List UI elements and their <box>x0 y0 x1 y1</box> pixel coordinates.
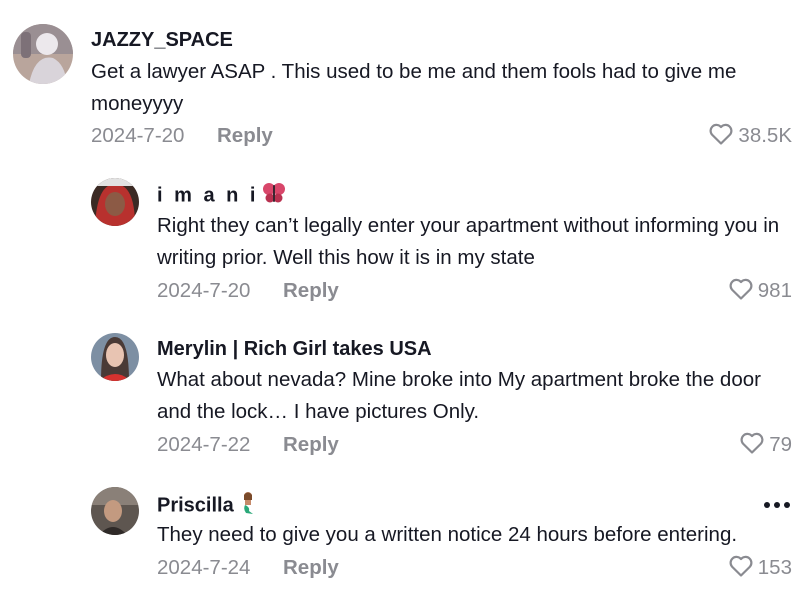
comment-username[interactable]: Priscilla <box>157 491 258 521</box>
comment-item: JAZZY_SPACE Get a lawyer ASAP . This use… <box>0 0 796 160</box>
comment-text: They need to give you a written notice 2… <box>157 523 738 546</box>
avatar[interactable] <box>91 178 139 226</box>
comment-date: 2024-7-22 <box>157 433 251 456</box>
comment-date: 2024-7-20 <box>157 279 251 302</box>
comment-text: Get a lawyer ASAP . This used to be me a… <box>91 60 737 115</box>
more-horizontal-icon <box>764 502 770 508</box>
heart-outline-icon <box>728 277 754 306</box>
comment-username[interactable]: i m a n i <box>157 182 286 210</box>
like-count: 153 <box>757 556 792 579</box>
more-horizontal-icon <box>774 502 780 508</box>
more-options-button[interactable] <box>764 502 790 508</box>
like-count: 981 <box>757 279 792 302</box>
heart-outline-icon <box>708 122 734 151</box>
reply-comment-item: Merylin | Rich Girl takes USA What about… <box>0 325 796 475</box>
avatar[interactable] <box>91 333 139 381</box>
reply-button[interactable]: Reply <box>283 433 339 457</box>
comment-date: 2024-7-20 <box>91 124 185 147</box>
comment-username[interactable]: Merylin | Rich Girl takes USA <box>157 337 432 361</box>
username-text: i m a n i <box>157 184 259 207</box>
like-button[interactable]: 38.5K <box>708 122 792 150</box>
comment-text: Right they can’t legally enter your apar… <box>157 214 780 269</box>
reply-comment-item: Priscilla They need to give you a writte… <box>0 479 796 604</box>
reply-button[interactable]: Reply <box>283 556 339 580</box>
comment-username[interactable]: JAZZY_SPACE <box>91 28 233 52</box>
username-text: Priscilla <box>157 494 234 517</box>
heart-outline-icon <box>728 554 754 583</box>
like-count: 79 <box>769 433 792 456</box>
butterfly-emoji-icon <box>262 182 286 210</box>
comment-text: What about nevada? Mine broke into My ap… <box>157 368 761 423</box>
reply-button[interactable]: Reply <box>217 124 273 148</box>
more-horizontal-icon <box>784 502 790 508</box>
avatar[interactable] <box>91 487 139 535</box>
mermaid-emoji-icon <box>238 491 258 521</box>
heart-outline-icon <box>739 431 765 460</box>
reply-comment-item: i m a n i Right they can’t legally enter… <box>0 170 796 320</box>
like-button[interactable]: 153 <box>728 554 792 582</box>
like-button[interactable]: 981 <box>728 277 792 305</box>
like-count: 38.5K <box>738 124 792 147</box>
reply-button[interactable]: Reply <box>283 279 339 303</box>
comment-date: 2024-7-24 <box>157 556 251 579</box>
avatar[interactable] <box>13 24 73 84</box>
like-button[interactable]: 79 <box>739 431 792 459</box>
